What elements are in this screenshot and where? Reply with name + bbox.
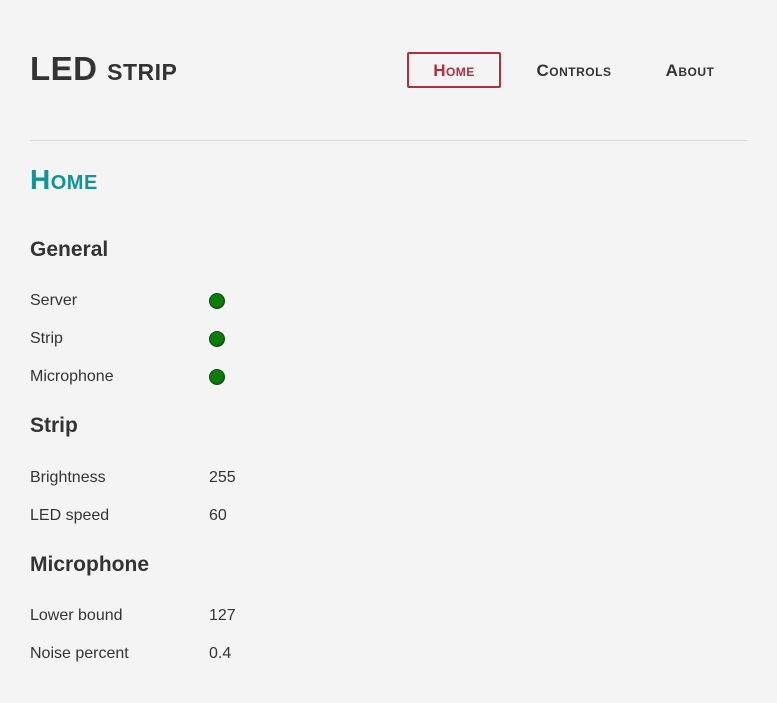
- row-label: Strip: [30, 330, 63, 347]
- row-value: 0.4: [209, 645, 232, 662]
- site-brand[interactable]: LED strip: [30, 50, 177, 88]
- info-row-led-speed: LED speed 60: [30, 505, 430, 527]
- section-heading-strip: Strip: [30, 414, 78, 437]
- info-row-noise-percent: Noise percent 0.4: [30, 643, 430, 665]
- nav-item-controls[interactable]: Controls: [519, 52, 629, 88]
- page: LED strip Home Controls About Home Gener…: [0, 0, 777, 703]
- info-row-lower-bound: Lower bound 127: [30, 605, 430, 627]
- row-label: Microphone: [30, 368, 114, 385]
- page-title: Home: [30, 164, 98, 195]
- row-value: 60: [209, 507, 227, 524]
- section-heading-microphone: Microphone: [30, 553, 149, 576]
- row-label: Server: [30, 292, 78, 309]
- row-value: 255: [209, 469, 236, 486]
- info-row-brightness: Brightness 255: [30, 467, 430, 489]
- row-value: 127: [209, 607, 236, 624]
- status-indicator-icon: [209, 293, 225, 309]
- status-row-server: Server: [30, 290, 430, 312]
- nav-item-home[interactable]: Home: [407, 52, 501, 88]
- status-indicator-icon: [209, 369, 225, 385]
- row-label: Noise percent: [30, 645, 129, 662]
- row-label: Brightness: [30, 469, 106, 486]
- header-divider: [30, 140, 747, 141]
- row-label: Lower bound: [30, 607, 123, 624]
- row-label: LED speed: [30, 507, 110, 524]
- nav-item-about[interactable]: About: [647, 52, 733, 88]
- status-row-microphone: Microphone: [30, 366, 430, 388]
- status-row-strip: Strip: [30, 328, 430, 350]
- section-heading-general: General: [30, 238, 109, 261]
- status-indicator-icon: [209, 331, 225, 347]
